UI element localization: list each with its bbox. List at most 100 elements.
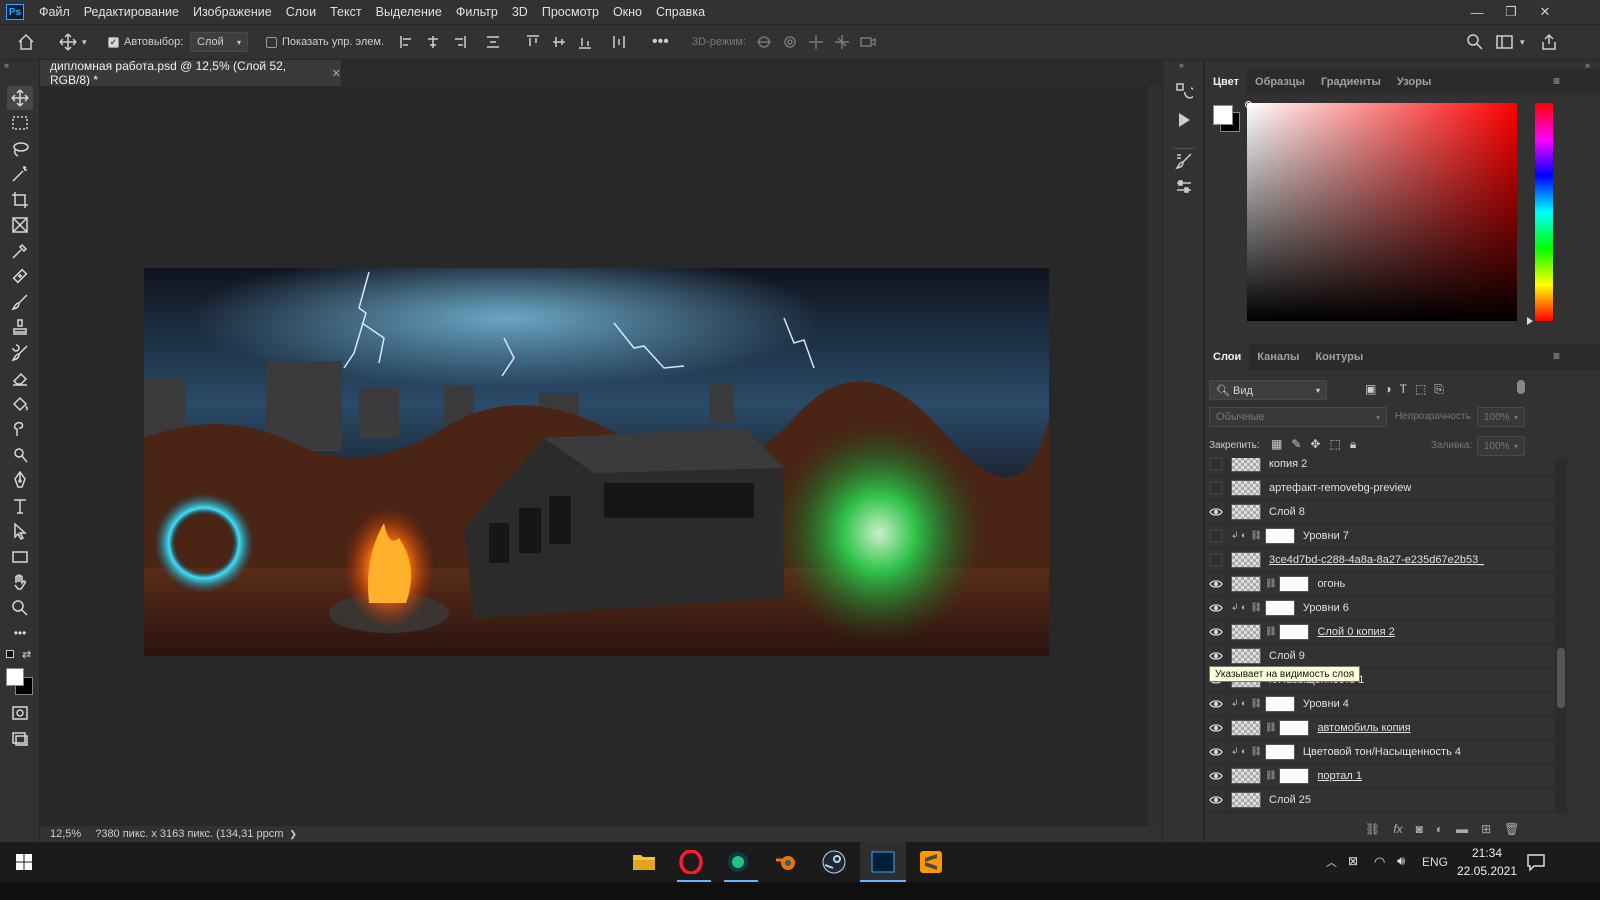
- menu-item-2[interactable]: Изображение: [186, 0, 279, 24]
- history-panel-icon[interactable]: [1175, 82, 1196, 103]
- volume-icon[interactable]: 🔊︎: [1397, 853, 1405, 869]
- panel-tab-2[interactable]: Градиенты: [1313, 69, 1389, 95]
- menu-item-1[interactable]: Редактирование: [77, 0, 186, 24]
- layer-visibility-eye-icon[interactable]: [1205, 811, 1227, 814]
- layer-visibility-eye-icon[interactable]: [1205, 547, 1227, 572]
- crop-tool-icon[interactable]: [7, 188, 33, 212]
- path-selection-tool-icon[interactable]: [7, 519, 33, 543]
- layer-filter-dropdown[interactable]: 🔍︎ Вид ▾: [1209, 380, 1327, 400]
- menu-item-4[interactable]: Текст: [323, 0, 368, 24]
- pan-3d-icon[interactable]: [808, 34, 824, 50]
- filter-toggle[interactable]: [1517, 380, 1525, 394]
- new-layer-icon[interactable]: ⊞: [1481, 822, 1491, 836]
- history-brush-tool-icon[interactable]: [7, 341, 33, 365]
- filter-pixel-icon[interactable]: ▣: [1365, 382, 1376, 397]
- frame-tool-icon[interactable]: [7, 213, 33, 237]
- mask-link-icon[interactable]: ⛓︎: [1250, 746, 1261, 757]
- marquee-tool-icon[interactable]: [7, 111, 33, 135]
- slide-3d-icon[interactable]: [834, 34, 850, 50]
- show-transform-checkbox[interactable]: Показать упр. элем.: [266, 25, 384, 59]
- align-hcenter-icon[interactable]: [426, 35, 440, 49]
- rectangle-tool-icon[interactable]: [7, 545, 33, 569]
- properties-sliders-icon[interactable]: [1175, 178, 1193, 199]
- share-icon[interactable]: [1540, 25, 1558, 59]
- layer-row[interactable]: ⛓︎ портал 1: [1205, 763, 1555, 788]
- color-field-picker[interactable]: [1247, 103, 1517, 321]
- layer-row[interactable]: ⛓︎ автомобиль копия: [1205, 715, 1555, 740]
- close-button[interactable]: ✕: [1528, 0, 1562, 24]
- canvas-area[interactable]: [40, 86, 1148, 826]
- layers-scrollbar-thumb[interactable]: [1557, 648, 1565, 708]
- layer-visibility-eye-icon[interactable]: [1205, 715, 1227, 740]
- panel-tab-1[interactable]: Образцы: [1247, 69, 1313, 95]
- move-tool-preset-icon[interactable]: ▾: [58, 25, 87, 59]
- layer-row[interactable]: ↲ ◐ ⛓︎ Уровни 7: [1205, 523, 1555, 548]
- layer-row[interactable]: ⛓︎...: [1205, 811, 1555, 814]
- layer-row[interactable]: ↲ ◐ ⛓︎ Уровни 6: [1205, 595, 1555, 620]
- menu-item-10[interactable]: Справка: [649, 0, 712, 24]
- screen-mode-icon[interactable]: [7, 727, 33, 751]
- layer-mask-thumbnail[interactable]: [1279, 719, 1310, 736]
- panel-tab-2[interactable]: Контуры: [1307, 344, 1371, 370]
- layer-row[interactable]: ↲ ◐ ⛓︎ Уровни 4: [1205, 691, 1555, 716]
- type-tool-icon[interactable]: [7, 494, 33, 518]
- dodge-tool-icon[interactable]: [7, 443, 33, 467]
- layer-mask-thumbnail[interactable]: [1264, 695, 1295, 712]
- sublime-text-icon[interactable]: [917, 848, 945, 876]
- menu-item-5[interactable]: Выделение: [369, 0, 449, 24]
- clone-stamp-tool-icon[interactable]: [7, 315, 33, 339]
- autoselect-dropdown[interactable]: Слой ▾: [190, 32, 248, 52]
- align-left-icon[interactable]: [400, 35, 414, 49]
- search-icon[interactable]: [1466, 25, 1484, 59]
- status-menu-arrow[interactable]: ❯: [289, 829, 297, 840]
- more-options-icon[interactable]: •••: [652, 25, 669, 59]
- blend-mode-dropdown[interactable]: Обычные ▾: [1209, 407, 1387, 427]
- hue-slider[interactable]: [1535, 103, 1553, 321]
- link-icon[interactable]: ⛓︎: [1365, 822, 1380, 836]
- layer-mask-thumbnail[interactable]: [1279, 767, 1310, 784]
- actions-play-icon[interactable]: [1177, 112, 1191, 131]
- panel-tab-3[interactable]: Узоры: [1389, 69, 1439, 95]
- layer-row[interactable]: 3ce4d7bd-c288-4a8a-8a27-e235d67e2b53_: [1205, 547, 1555, 572]
- layer-visibility-eye-icon[interactable]: [1205, 787, 1227, 812]
- layer-row[interactable]: артефакт-removebg-preview: [1205, 475, 1555, 500]
- layers-scrollbar[interactable]: [1555, 458, 1567, 814]
- fill-input[interactable]: 100% ▾: [1477, 436, 1525, 456]
- lock-all-icon[interactable]: 🔒︎: [1350, 437, 1356, 452]
- wifi-icon[interactable]: ◠: [1374, 854, 1385, 870]
- mask-link-icon[interactable]: ⛓︎: [1250, 698, 1261, 709]
- opacity-input[interactable]: 100% ▾: [1477, 407, 1525, 427]
- align-vcenter-icon[interactable]: [552, 35, 566, 49]
- roll-3d-icon[interactable]: [782, 34, 798, 50]
- align-top-icon[interactable]: [526, 35, 540, 49]
- layer-row[interactable]: ⛓︎ Слой 0 копия 2: [1205, 619, 1555, 644]
- orbit-3d-icon[interactable]: [756, 34, 772, 50]
- layer-mask-thumbnail[interactable]: [1279, 623, 1310, 640]
- align-right-icon[interactable]: [452, 35, 466, 49]
- layer-visibility-eye-icon[interactable]: [1205, 499, 1227, 524]
- mask-link-icon[interactable]: ⛓︎: [1250, 530, 1261, 541]
- clock-time[interactable]: 21:34: [1452, 846, 1522, 860]
- zoom-tool-icon[interactable]: [7, 596, 33, 620]
- document-canvas[interactable]: [144, 268, 1049, 656]
- hue-slider-handle[interactable]: [1527, 317, 1533, 325]
- align-bottom-icon[interactable]: [578, 35, 592, 49]
- workspace-icon[interactable]: ▾: [1496, 25, 1525, 59]
- hand-tool-icon[interactable]: [7, 570, 33, 594]
- photoshop-taskbar-icon[interactable]: [869, 848, 897, 876]
- mask-icon[interactable]: ◙: [1416, 822, 1423, 836]
- layer-visibility-eye-icon[interactable]: [1205, 458, 1227, 476]
- smudge-tool-icon[interactable]: [7, 417, 33, 441]
- menu-item-9[interactable]: Окно: [606, 0, 649, 24]
- steam-icon[interactable]: [820, 848, 848, 876]
- layer-visibility-eye-icon[interactable]: [1205, 691, 1227, 716]
- more-tools-icon[interactable]: •••: [7, 621, 33, 645]
- brush-tool-icon[interactable]: [7, 290, 33, 314]
- layer-visibility-eye-icon[interactable]: [1205, 571, 1227, 596]
- mask-link-icon[interactable]: ⛓︎: [1265, 722, 1276, 733]
- lasso-tool-icon[interactable]: [7, 137, 33, 161]
- layer-visibility-eye-icon[interactable]: [1205, 739, 1227, 764]
- default-colors-icon[interactable]: [6, 650, 14, 658]
- mask-link-icon[interactable]: ⛓︎: [1265, 770, 1276, 781]
- quick-mask-icon[interactable]: [7, 701, 33, 725]
